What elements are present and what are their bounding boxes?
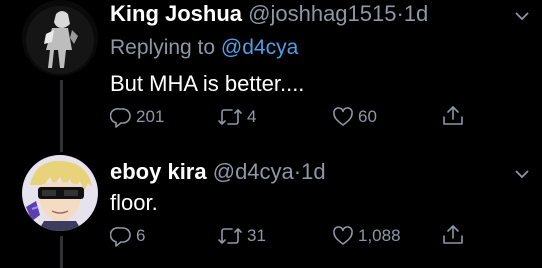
- thread-line-bottom: [60, 236, 63, 268]
- tweet-header: King Joshua @joshhag1515·1d: [110, 1, 428, 27]
- tweet-text: floor.: [110, 190, 158, 215]
- share-button[interactable]: [441, 104, 465, 128]
- reply-count: 201: [136, 107, 165, 126]
- separator-dot: ·: [293, 159, 302, 184]
- replying-to: Replying to @d4cya: [110, 36, 298, 60]
- replying-prefix: Replying to: [110, 36, 216, 59]
- like-button[interactable]: 60: [332, 106, 377, 128]
- reply-count: 6: [136, 226, 146, 245]
- share-icon: [443, 106, 463, 125]
- tweet-text: But MHA is better....: [110, 71, 305, 96]
- reply-button[interactable]: 6: [110, 225, 145, 247]
- retweet-icon: [218, 109, 242, 125]
- share-icon: [443, 225, 463, 244]
- separator-dot: ·: [396, 1, 404, 26]
- reply-icon: [110, 227, 131, 247]
- display-name[interactable]: King Joshua: [110, 1, 242, 26]
- retweet-count: 31: [247, 226, 266, 245]
- reply-icon: [110, 108, 131, 128]
- like-count: 60: [358, 107, 377, 126]
- user-handle[interactable]: @joshhag1515: [248, 1, 396, 26]
- tweet-header: eboy kira @d4cya·1d: [110, 159, 326, 185]
- retweet-button[interactable]: 4: [217, 106, 256, 128]
- share-button[interactable]: [441, 223, 465, 247]
- retweet-count: 4: [247, 107, 257, 126]
- retweet-button[interactable]: 31: [217, 225, 266, 247]
- retweet-icon: [218, 228, 242, 244]
- thread-line-top: [60, 80, 63, 152]
- chevron-down-icon[interactable]: [514, 166, 530, 182]
- like-icon: [333, 226, 353, 245]
- user-handle[interactable]: @d4cya: [213, 159, 294, 184]
- like-count: 1,088: [358, 226, 401, 245]
- timestamp[interactable]: 1d: [404, 1, 428, 26]
- chevron-down-icon[interactable]: [514, 8, 530, 24]
- timestamp[interactable]: 1d: [301, 159, 325, 184]
- avatar[interactable]: [22, 155, 98, 231]
- avatar[interactable]: [22, 0, 98, 76]
- reply-button[interactable]: 201: [110, 106, 164, 128]
- display-name[interactable]: eboy kira: [110, 159, 207, 184]
- replying-to-mention[interactable]: @d4cya: [221, 36, 298, 59]
- like-button[interactable]: 1,088: [332, 225, 401, 247]
- like-icon: [333, 107, 353, 126]
